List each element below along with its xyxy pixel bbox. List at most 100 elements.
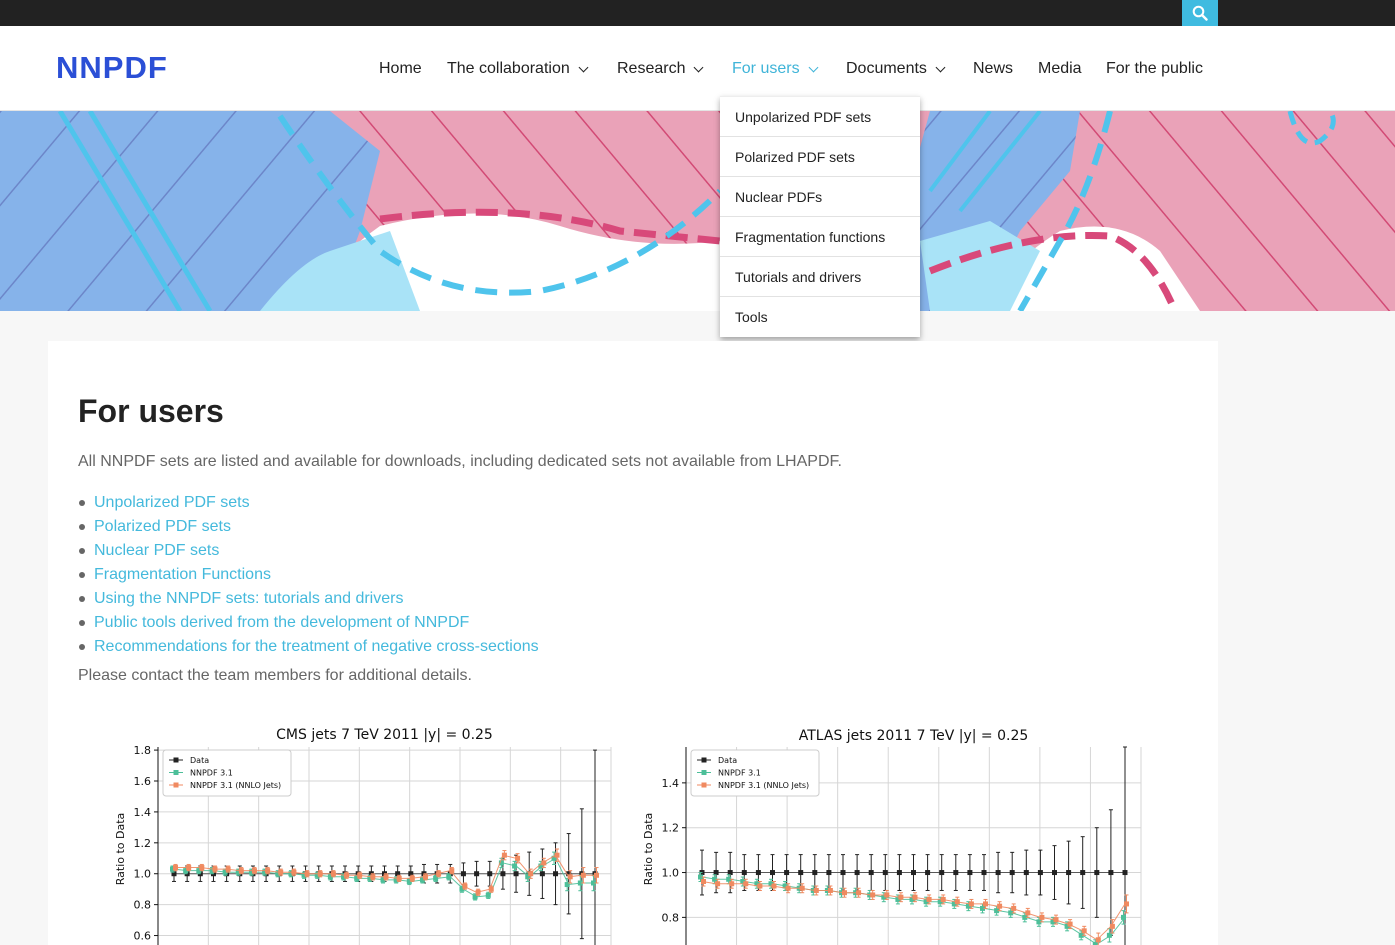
legend-swatch (701, 757, 707, 763)
data-point (995, 870, 1001, 876)
data-point (884, 892, 890, 898)
link-nuclear-pdf-sets[interactable]: Nuclear PDF sets (94, 542, 219, 560)
link-polarized-pdf-sets[interactable]: Polarized PDF sets (94, 518, 231, 536)
dropdown-item-nuclear-pdfs[interactable]: Nuclear PDFs (720, 177, 920, 217)
list-item: Unpolarized PDF sets (78, 491, 539, 515)
link-fragmentation-functions[interactable]: Fragmentation Functions (94, 566, 271, 584)
data-point (715, 881, 721, 887)
data-point (770, 870, 775, 876)
for-users-dropdown: Unpolarized PDF sets Polarized PDF sets … (720, 96, 920, 337)
data-point (1121, 914, 1126, 920)
link-tutorials-and-drivers[interactable]: Using the NNPDF sets: tutorials and driv… (94, 590, 403, 608)
data-point (460, 871, 466, 877)
data-point (554, 852, 560, 858)
data-point (186, 865, 192, 871)
data-point (784, 870, 790, 876)
data-point (539, 871, 545, 877)
data-point (701, 879, 706, 885)
data-point (1108, 870, 1114, 876)
data-point (1094, 870, 1100, 876)
data-point (357, 872, 363, 878)
link-negative-cross-sections[interactable]: Recommendations for the treatment of neg… (94, 638, 539, 656)
y-tick-label: 0.6 (134, 930, 152, 943)
data-point (856, 890, 862, 896)
data-point (785, 885, 791, 891)
data-point (842, 890, 847, 896)
nav-documents[interactable]: Documents (846, 60, 946, 78)
data-point (436, 871, 442, 877)
data-point (449, 868, 455, 874)
y-tick-label: 1.6 (134, 775, 152, 788)
data-point (1067, 921, 1073, 927)
nav-research[interactable]: Research (617, 60, 704, 78)
data-point (1039, 914, 1045, 920)
data-point (594, 872, 599, 878)
data-point (954, 899, 960, 905)
data-point (757, 883, 763, 889)
y-axis-label: Ratio to Data (642, 813, 655, 886)
chevron-down-icon (935, 62, 946, 72)
data-point (528, 871, 534, 877)
dropdown-item-tutorials-and-drivers[interactable]: Tutorials and drivers (720, 257, 920, 297)
nav-the-collaboration[interactable]: The collaboration (447, 60, 589, 78)
y-tick-label: 1.0 (134, 868, 152, 881)
y-tick-label: 1.2 (662, 822, 680, 835)
banner-pattern (0, 111, 1395, 311)
data-point (911, 870, 916, 876)
dropdown-item-fragmentation-functions[interactable]: Fragmentation functions (720, 217, 920, 257)
data-point (512, 863, 518, 869)
dropdown-item-polarized-pdf-sets[interactable]: Polarized PDF sets (720, 137, 920, 177)
data-point (474, 871, 480, 877)
data-point (330, 871, 336, 877)
dropdown-item-tools[interactable]: Tools (720, 297, 920, 337)
legend-swatch (173, 757, 179, 763)
nav-media[interactable]: Media (1038, 60, 1082, 78)
data-point (485, 892, 491, 898)
data-point (1124, 901, 1129, 907)
data-point (1081, 928, 1087, 934)
search-button[interactable] (1182, 0, 1218, 26)
site-header: NNPDF Home The collaboration Research Fo… (0, 26, 1395, 111)
chart-title: CMS jets 7 TeV 2011 |y| = 0.25 (276, 727, 493, 743)
list-item: Nuclear PDF sets (78, 539, 539, 563)
data-point (344, 872, 350, 878)
data-point (997, 903, 1003, 909)
data-point (487, 871, 493, 877)
link-unpolarized-pdf-sets[interactable]: Unpolarized PDF sets (94, 494, 250, 512)
nav-for-the-public[interactable]: For the public (1106, 60, 1203, 78)
data-point (983, 901, 988, 907)
y-tick-label: 1.2 (134, 837, 152, 850)
y-axis-label: Ratio to Data (114, 813, 127, 886)
legend-swatch (173, 782, 179, 788)
data-point (1011, 905, 1017, 911)
legend-swatch (701, 770, 707, 775)
bullet-icon (79, 500, 85, 506)
outro-text: Please contact the team members for addi… (78, 667, 472, 684)
nav-home[interactable]: Home (379, 60, 422, 78)
data-point (1023, 870, 1029, 876)
data-point (475, 889, 481, 895)
chevron-down-icon (808, 62, 819, 72)
chart-legend: Data NNPDF 3.1 NNPDF 3.1 (NNLO Jets) (162, 749, 292, 797)
list-item: Recommendations for the treatment of neg… (78, 635, 539, 659)
data-point (238, 868, 244, 874)
chevron-down-icon (694, 62, 704, 72)
site-logo[interactable]: NNPDF (56, 50, 168, 86)
data-point (251, 868, 257, 874)
data-point (383, 874, 389, 880)
data-point (422, 874, 428, 880)
nav-for-users[interactable]: For users (732, 60, 819, 78)
list-item: Polarized PDF sets (78, 515, 539, 539)
data-point (953, 870, 959, 876)
legend-label: NNPDF 3.1 (NNLO Jets) (718, 781, 809, 790)
data-point (446, 874, 452, 880)
data-point (1095, 937, 1101, 943)
data-point (840, 870, 846, 876)
legend-swatch (701, 782, 707, 788)
dropdown-item-unpolarized-pdf-sets[interactable]: Unpolarized PDF sets (720, 97, 920, 137)
link-public-tools[interactable]: Public tools derived from the developmen… (94, 614, 469, 632)
y-tick-label: 0.8 (134, 899, 152, 912)
page-title: For users (78, 393, 224, 429)
bullet-icon (79, 548, 85, 554)
nav-news[interactable]: News (973, 60, 1013, 78)
